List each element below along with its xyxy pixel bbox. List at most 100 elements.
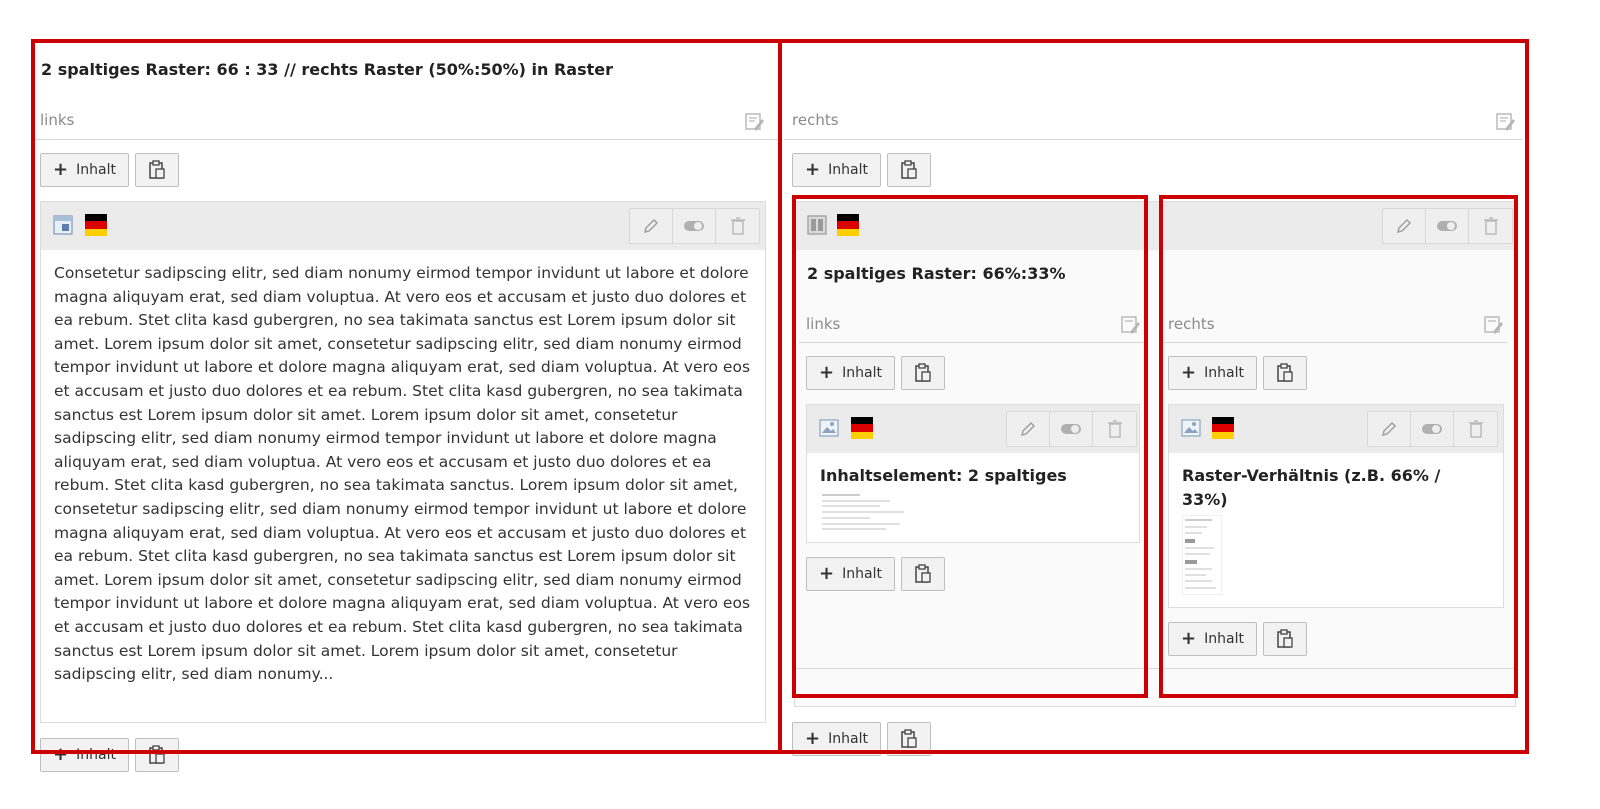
image-element-icon (819, 419, 839, 437)
text-element-body: Consetetur sadipscing elitr, sed diam no… (54, 264, 751, 684)
content-element-text[interactable]: Consetetur sadipscing elitr, sed diam no… (40, 201, 766, 723)
pencil-icon (1396, 218, 1412, 234)
add-content-button[interactable]: + Inhalt (40, 153, 129, 187)
clipboard-paste-icon (1277, 363, 1293, 382)
column-label-rechts: rechts (792, 111, 839, 129)
delete-button[interactable] (1093, 412, 1136, 446)
paste-button[interactable] (887, 153, 931, 187)
edit-button[interactable] (630, 209, 673, 243)
paste-button[interactable] (135, 738, 179, 772)
german-flag-icon (837, 214, 859, 236)
pencil-icon (1381, 421, 1397, 437)
column-label-rechts: rechts (1168, 315, 1215, 333)
image-element-icon (1181, 419, 1201, 437)
content-element-actions (1006, 411, 1137, 447)
content-element-header (795, 202, 1515, 250)
content-element-actions (1367, 411, 1498, 447)
content-element-header (807, 405, 1139, 453)
toggle-visibility-icon (1422, 424, 1442, 434)
delete-button[interactable] (1454, 412, 1497, 446)
delete-button[interactable] (716, 209, 759, 243)
add-content-button[interactable]: + Inhalt (40, 738, 129, 772)
image-thumbnail (1182, 515, 1222, 595)
column-label-links: links (806, 315, 841, 333)
toggle-visibility-button[interactable] (673, 209, 716, 243)
paste-button[interactable] (887, 722, 931, 756)
content-element-header (41, 202, 765, 250)
clipboard-paste-icon (901, 729, 917, 748)
paste-button[interactable] (1263, 622, 1307, 656)
content-element-image[interactable]: Inhaltselement: 2 spaltiges Raster (806, 404, 1140, 543)
add-content-label: Inhalt (842, 365, 882, 381)
toggle-visibility-button[interactable] (1426, 209, 1469, 243)
add-content-button[interactable]: + Inhalt (792, 153, 881, 187)
edit-column-icon[interactable] (1484, 315, 1504, 335)
german-flag-icon (851, 417, 873, 439)
edit-column-icon[interactable] (1496, 112, 1516, 132)
trash-icon (730, 217, 745, 235)
column-divider (33, 139, 778, 140)
plus-icon: + (805, 728, 821, 749)
image-thumbnail (820, 491, 908, 533)
nested-grid-bottom-rule (795, 668, 1517, 669)
grid-title: 2 spaltiges Raster: 66 : 33 // rechts Ra… (41, 60, 614, 79)
add-content-label: Inhalt (1204, 631, 1244, 647)
content-element-header (1169, 405, 1503, 453)
content-element-title: Raster-Verhältnis (z.B. 66% / 33%) (1182, 466, 1441, 509)
text-element-icon (53, 215, 73, 235)
toggle-visibility-button[interactable] (1411, 412, 1454, 446)
plus-icon: + (805, 159, 821, 180)
clipboard-paste-icon (915, 564, 931, 583)
add-content-label: Inhalt (76, 162, 116, 178)
plus-icon: + (53, 744, 69, 765)
grid-element-icon (807, 215, 827, 235)
plus-icon: + (1181, 628, 1197, 649)
edit-column-icon[interactable] (1121, 315, 1141, 335)
column-divider (799, 342, 1145, 343)
clipboard-paste-icon (1277, 629, 1293, 648)
clipboard-paste-icon (149, 160, 165, 179)
add-content-label: Inhalt (76, 747, 116, 763)
content-element-image[interactable]: Raster-Verhältnis (z.B. 66% / 33%) (1168, 404, 1504, 608)
clipboard-paste-icon (901, 160, 917, 179)
add-content-label: Inhalt (828, 162, 868, 178)
add-content-label: Inhalt (828, 731, 868, 747)
paste-button[interactable] (1263, 356, 1307, 390)
add-content-button[interactable]: + Inhalt (1168, 356, 1257, 390)
german-flag-icon (1212, 417, 1234, 439)
add-content-button[interactable]: + Inhalt (792, 722, 881, 756)
edit-button[interactable] (1007, 412, 1050, 446)
clipboard-paste-icon (915, 363, 931, 382)
german-flag-icon (85, 214, 107, 236)
content-element-actions (629, 208, 760, 244)
toggle-visibility-icon (1061, 424, 1081, 434)
pencil-icon (1020, 421, 1036, 437)
pencil-icon (643, 218, 659, 234)
plus-icon: + (53, 159, 69, 180)
toggle-visibility-icon (684, 221, 704, 231)
plus-icon: + (819, 362, 835, 383)
paste-button[interactable] (901, 356, 945, 390)
toggle-visibility-button[interactable] (1050, 412, 1093, 446)
add-content-button[interactable]: + Inhalt (806, 356, 895, 390)
paste-button[interactable] (135, 153, 179, 187)
column-divider (784, 139, 1522, 140)
trash-icon (1483, 217, 1498, 235)
edit-button[interactable] (1383, 209, 1426, 243)
edit-column-icon[interactable] (745, 112, 765, 132)
plus-icon: + (1181, 362, 1197, 383)
clipboard-paste-icon (149, 745, 165, 764)
trash-icon (1107, 420, 1122, 438)
edit-button[interactable] (1368, 412, 1411, 446)
column-divider (1161, 342, 1507, 343)
add-content-label: Inhalt (1204, 365, 1244, 381)
add-content-button[interactable]: + Inhalt (806, 557, 895, 591)
column-label-links: links (40, 111, 75, 129)
add-content-button[interactable]: + Inhalt (1168, 622, 1257, 656)
content-element-actions (1382, 208, 1513, 244)
trash-icon (1468, 420, 1483, 438)
paste-button[interactable] (901, 557, 945, 591)
nested-grid-title: 2 spaltiges Raster: 66%:33% (807, 264, 1066, 283)
delete-button[interactable] (1469, 209, 1512, 243)
add-content-label: Inhalt (842, 566, 882, 582)
